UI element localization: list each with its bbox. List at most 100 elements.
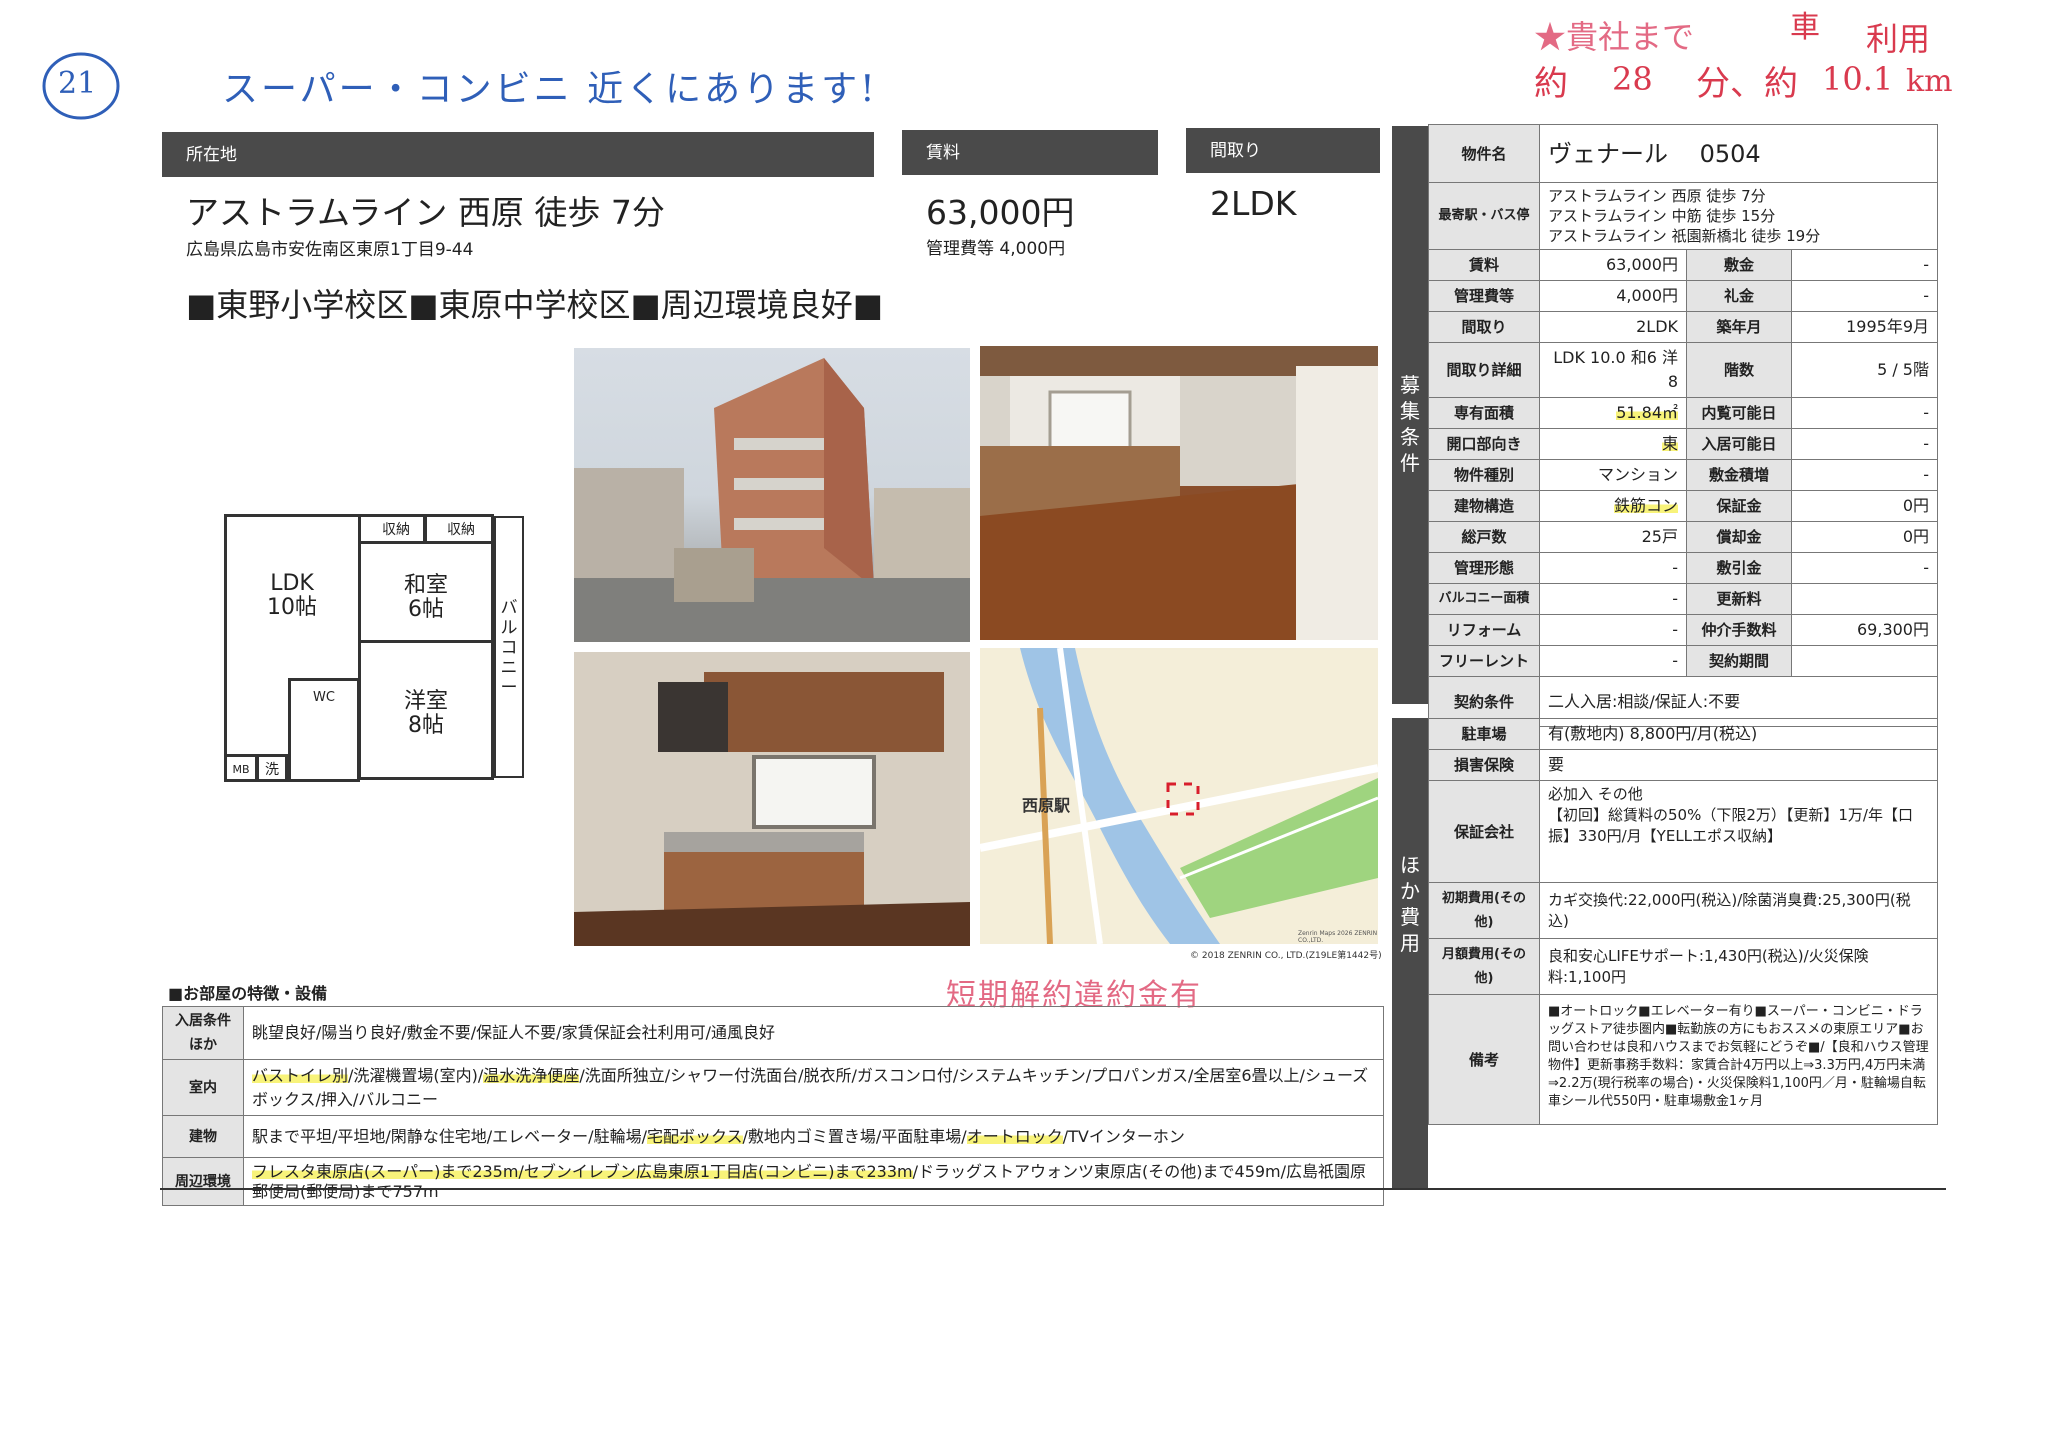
map-copyright-small: Zenrin Maps 2026 ZENRIN CO.,LTD.: [1298, 930, 1378, 944]
reform-cell: -: [1539, 614, 1687, 646]
location-header: 所在地: [162, 132, 874, 177]
storage-1: 収納: [382, 522, 410, 538]
rent-value: 63,000円: [926, 193, 1075, 232]
layout-detail-cell: LDK 10.0 和6 洋8: [1539, 342, 1687, 398]
building-exterior-photo: [574, 348, 970, 642]
circle-number: 21: [58, 66, 97, 101]
free-rent-cell: -: [1539, 645, 1687, 677]
security-label: 保証金: [1686, 490, 1792, 522]
insurance-label: 損害保険: [1428, 749, 1540, 781]
wash-label: 洗: [265, 762, 279, 778]
hl-delivery-box: 宅配ボックス: [646, 1126, 743, 1146]
extra-deposit-label: 敷金積増: [1686, 459, 1792, 491]
structure-cell: 鉄筋コン: [1613, 496, 1678, 515]
layout-header: 間取り: [1186, 128, 1380, 173]
youshitsu-label: 洋室: [403, 689, 448, 714]
mgmt-type-cell: -: [1539, 552, 1687, 584]
notes-value: ■オートロック■エレベーター有り■スーパー・コンビニ・ドラッグストア徒歩圏内■転…: [1539, 994, 1938, 1125]
commute-km: 10.1: [1822, 60, 1894, 98]
initial-cost-value: カギ交換代:22,000円(税込)/除菌消臭費:25,300円(税込): [1539, 882, 1938, 939]
living-room-photo: [980, 346, 1378, 640]
commute-km-unit: km: [1906, 64, 1953, 99]
commute-approx: 約: [1534, 64, 1568, 104]
security-cell: 0円: [1791, 490, 1938, 522]
commute-note-1c: 利用: [1866, 20, 1931, 58]
mgmt-cell: 4,000円: [1539, 280, 1687, 312]
balcony-area-label: バルコニー面積: [1428, 583, 1540, 615]
feature-label-conditions: 入居条件ほか: [162, 1006, 244, 1060]
guarantor-label: 保証会社: [1428, 780, 1540, 883]
movein-label: 入居可能日: [1686, 428, 1792, 460]
notes-label: 備考: [1428, 994, 1540, 1125]
balcony-area-cell: -: [1539, 583, 1687, 615]
mgmt-label: 管理費等: [1428, 280, 1540, 312]
ldk-label: LDK: [270, 571, 314, 596]
viewing-cell: -: [1791, 397, 1938, 429]
units-cell: 25戸: [1539, 521, 1687, 553]
monthly-cost-label: 月額費用(その他): [1428, 938, 1540, 995]
floor-label: 階数: [1686, 342, 1792, 398]
brokerage-label: 仲介手数料: [1686, 614, 1792, 646]
feature-surroundings: フレスタ東原店(スーパー)まで235m/セブンイレブン広島東原1丁目店(コンビニ…: [243, 1157, 1384, 1206]
feature-label-surroundings: 周辺環境: [162, 1157, 244, 1206]
key-money-label: 礼金: [1686, 280, 1792, 312]
viewing-label: 内覧可能日: [1686, 397, 1792, 429]
layout-cell: 2LDK: [1539, 311, 1687, 343]
type-cell: マンション: [1539, 459, 1687, 491]
deduct-label: 敷引金: [1686, 552, 1792, 584]
deduct-cell: -: [1791, 552, 1938, 584]
kitchen-photo: [574, 652, 970, 946]
commute-minutes: 28: [1612, 60, 1653, 98]
deposit-label: 敷金: [1686, 249, 1792, 281]
building-c: /TVインターホン: [1062, 1126, 1185, 1146]
built-cell: 1995年9月: [1791, 311, 1938, 343]
type-label: 物件種別: [1428, 459, 1540, 491]
built-label: 築年月: [1686, 311, 1792, 343]
mgmt-type-label: 管理形態: [1428, 552, 1540, 584]
building-a: 駅まで平坦/平坦地/閑静な住宅地/エレベーター/駐輪場/: [252, 1126, 647, 1146]
station-3: アストラムライン 祇園新橋北 徒歩 19分: [1548, 227, 1821, 245]
layout-value: 2LDK: [1210, 184, 1297, 223]
building-b: /敷地内ゴミ置き場/平面駐車場/: [742, 1126, 967, 1146]
free-rent-label: フリーレント: [1428, 645, 1540, 677]
handwritten-note: スーパー・コンビニ 近くにあります!: [222, 69, 878, 110]
parking-value: 有(敷地内) 8,800円/月(税込): [1539, 718, 1938, 750]
renewal-cell: [1791, 583, 1938, 615]
cost-table: 駐車場 有(敷地内) 8,800円/月(税込) 損害保険要 保証会社 必加入 その他…: [1428, 718, 1938, 1125]
storage-2: 収納: [447, 522, 475, 538]
rent-label: 賃料: [1428, 249, 1540, 281]
direction-cell: 東: [1661, 434, 1678, 453]
amortize-cell: 0円: [1791, 521, 1938, 553]
floor-plan: 収納 収納 LDK 10帖 和室 6帖 洋室 8帖 バルコニー WC MB 洗: [218, 508, 534, 782]
rent-cell: 63,000円: [1539, 249, 1687, 281]
features-table: 入居条件ほか 眺望良好/陽当り良好/敷金不要/保証人不要/家賃保証会社利用可/通風…: [162, 1006, 1384, 1206]
key-money-cell: -: [1791, 280, 1938, 312]
station-1: アストラムライン 西原 徒歩 7分: [1548, 187, 1766, 205]
ldk-size: 10帖: [267, 595, 317, 620]
layout-label: 間取り: [1428, 311, 1540, 343]
feature-label-interior: 室内: [162, 1059, 244, 1116]
area-cell: 51.84㎡: [1616, 403, 1678, 422]
structure-label: 建物構造: [1428, 490, 1540, 522]
wc-label: WC: [313, 690, 335, 705]
layout-detail-label: 間取り詳細: [1428, 342, 1540, 398]
feature-building: 駅まで平坦/平坦地/閑静な住宅地/エレベーター/駐輪場/宅配ボックス/敷地内ゴミ…: [243, 1115, 1384, 1158]
access-title: アストラムライン 西原 徒歩 7分: [186, 193, 665, 232]
balcony-label: バルコニー: [500, 598, 518, 698]
brokerage-cell: 69,300円: [1791, 614, 1938, 646]
floor-cell: 5 / 5階: [1791, 342, 1938, 398]
washitsu-label: 和室: [403, 573, 448, 598]
reform-label: リフォーム: [1428, 614, 1540, 646]
units-label: 総戸数: [1428, 521, 1540, 553]
extra-deposit-cell: -: [1791, 459, 1938, 491]
commute-note-1b: 車: [1790, 10, 1820, 45]
spec-table: 物件名 ヴェナール 0504 最寄駅・バス停 アストラムライン 西原 徒歩 7分…: [1428, 124, 1938, 727]
movein-cell: -: [1791, 428, 1938, 460]
mb-label: MB: [232, 763, 250, 776]
renewal-label: 更新料: [1686, 583, 1792, 615]
bottom-rule: [160, 1188, 1946, 1190]
interior-a: /洗濯機置場(室内)/: [348, 1065, 484, 1085]
amortize-label: 償却金: [1686, 521, 1792, 553]
feature-interior: バストイレ別/洗濯機置場(室内)/温水洗浄便座/洗面所独立/シャワー付洗面台/脱…: [243, 1059, 1384, 1116]
features-title: ■お部屋の特徴・設備: [168, 984, 328, 1003]
